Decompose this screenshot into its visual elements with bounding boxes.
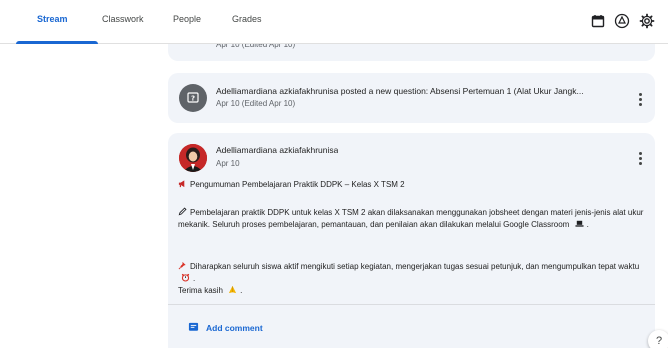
megaphone-icon [178, 180, 185, 188]
announcement-card: Adelliamardiana azkiafakhrunisa Apr 10 P… [168, 133, 655, 348]
announcement-paragraph-1: Pembelajaran praktik DDPK untuk kelas X … [178, 207, 644, 229]
paragraph-2-text: Diharapkan seluruh siswa aktif mengikuti… [190, 262, 640, 271]
pushpin-icon [178, 261, 186, 270]
announcement-paragraph-2: Diharapkan seluruh siswa aktif mengikuti… [178, 261, 640, 295]
tab-grades[interactable]: Grades [232, 14, 262, 24]
calendar-icon[interactable] [588, 11, 608, 31]
drive-icon[interactable] [612, 11, 632, 31]
add-comment-button[interactable]: Add comment [188, 322, 263, 333]
alarm-clock-icon [181, 273, 190, 282]
question-post-card[interactable]: ? Adelliamardiana azkiafakhrunisa posted… [168, 73, 655, 123]
settings-icon[interactable] [637, 11, 657, 31]
praying-hands-icon [229, 285, 237, 294]
closing-text: Terima kasih [178, 286, 223, 295]
tab-people[interactable]: People [173, 14, 201, 24]
comment-divider [168, 304, 655, 305]
tab-classwork[interactable]: Classwork [102, 14, 144, 24]
author-avatar [179, 144, 207, 172]
announcement-heading-line: Pengumuman Pembelajaran Praktik DDPK – K… [178, 179, 648, 191]
announcement-author: Adelliamardiana azkiafakhrunisa [216, 145, 339, 155]
active-tab-indicator [16, 41, 98, 44]
question-icon: ? [179, 84, 207, 112]
add-comment-label: Add comment [206, 322, 263, 333]
question-post-menu-button[interactable] [634, 91, 646, 107]
svg-text:?: ? [191, 94, 195, 102]
tab-stream[interactable]: Stream [37, 14, 68, 24]
announcement-heading: Pengumuman Pembelajaran Praktik DDPK – K… [190, 180, 405, 189]
question-post-date: Apr 10 (Edited Apr 10) [216, 99, 296, 108]
question-post-title: Adelliamardiana azkiafakhrunisa posted a… [216, 86, 584, 96]
top-nav-bar: Stream Classwork People Grades [0, 0, 668, 44]
laptop-icon [575, 220, 584, 227]
help-button[interactable]: ? [648, 330, 668, 348]
pencil-icon [178, 207, 187, 216]
comment-icon [188, 322, 199, 331]
announcement-date: Apr 10 [216, 159, 240, 168]
announcement-menu-button[interactable] [634, 150, 646, 166]
